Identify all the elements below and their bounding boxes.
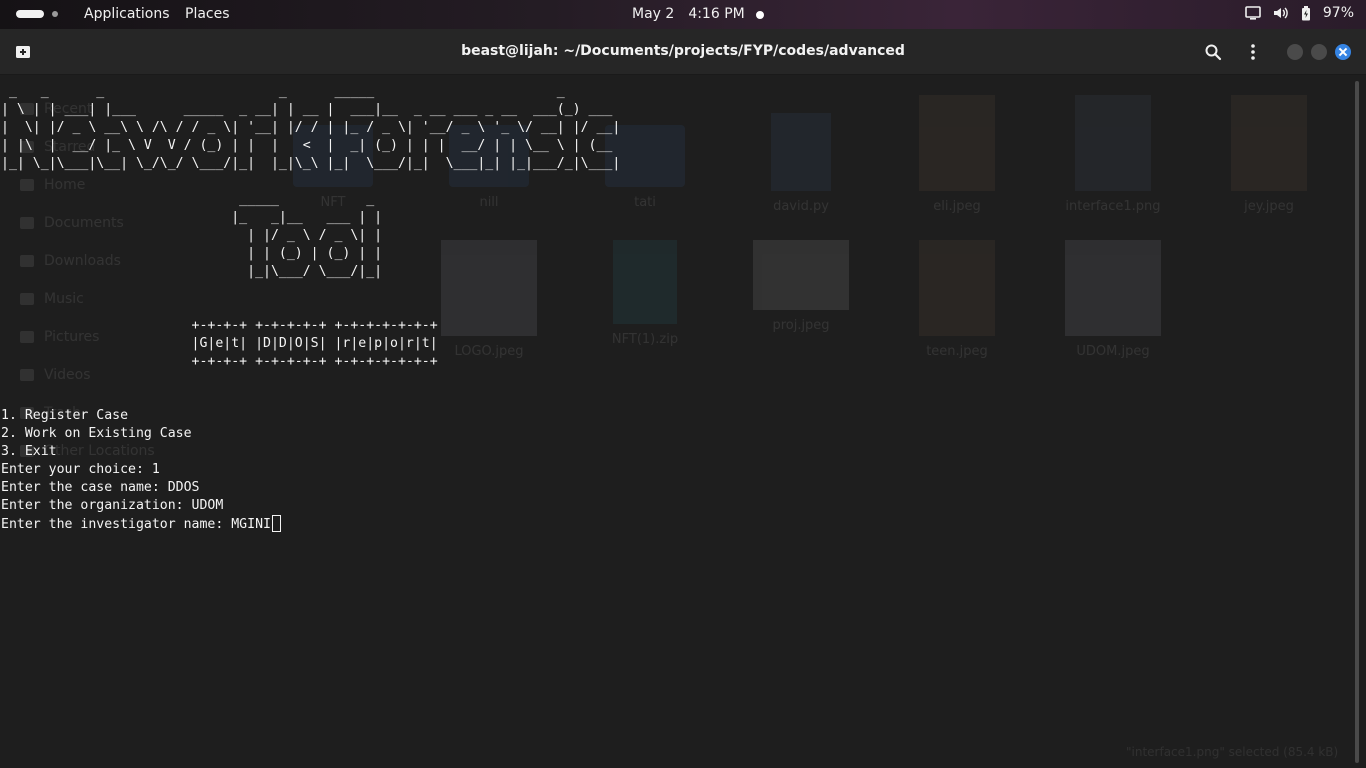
terminal-line: |_|\___/ \___/|_| [1, 264, 383, 279]
terminal-line: _____ _ [1, 192, 383, 207]
terminal-line: | |\ | __/ |_ \ V V / (_) | | | < | _| (… [1, 138, 637, 153]
window-title: beast@lijah: ~/Documents/projects/FYP/co… [461, 43, 905, 59]
search-icon[interactable] [1204, 43, 1222, 65]
background-file: teen.jpeg [902, 240, 1012, 359]
workspace-indicator-active [16, 10, 44, 18]
terminal-line: | \ | | ___| |___ _____ _ __| | __ | ___… [1, 102, 637, 117]
terminal-line: Enter the organization: UDOM [1, 498, 224, 513]
background-file: david.py [746, 95, 856, 214]
close-button[interactable] [1335, 44, 1351, 60]
terminal-line: |_ _|__ ___ | | [1, 210, 383, 225]
battery-percent: 97% [1322, 5, 1354, 21]
terminal-headerbar: beast@lijah: ~/Documents/projects/FYP/co… [0, 29, 1366, 75]
top-panel: Applications Places May 2 4:16 PM 97% [0, 0, 1366, 29]
terminal-scrollbar[interactable] [1355, 81, 1359, 763]
activities-button[interactable] [16, 10, 58, 18]
battery-icon[interactable] [1301, 5, 1311, 21]
notification-dot-icon [756, 11, 764, 19]
minimize-button[interactable] [1287, 44, 1303, 60]
background-file: jey.jpeg [1214, 95, 1324, 214]
terminal-line: 3. Exit [1, 444, 57, 459]
clock[interactable]: May 2 4:16 PM [632, 6, 745, 22]
terminal-line: Enter the case name: DDOS [1, 480, 200, 495]
maximize-button[interactable] [1311, 44, 1327, 60]
system-tray[interactable]: 97% [1245, 5, 1354, 21]
screen-icon[interactable] [1245, 6, 1261, 20]
background-file: UDOM.jpeg [1058, 240, 1168, 359]
terminal-line: 2. Work on Existing Case [1, 426, 192, 441]
clock-time: 4:16 PM [688, 6, 745, 22]
background-file: eli.jpeg [902, 95, 1012, 214]
terminal-line: +-+-+-+ +-+-+-+-+ +-+-+-+-+-+-+ [1, 354, 438, 369]
terminal-line: | \| |/ _ \ __\ \ /\ / / _ \| '__| |/ / … [1, 120, 637, 135]
places-menu[interactable]: Places [185, 6, 230, 22]
terminal-line: |_| \_|\___|\__| \_/\_/ \___/|_| |_|\_\ … [1, 156, 637, 171]
terminal-line: | | (_) | (_) | | [1, 246, 383, 261]
terminal-line: +-+-+-+ +-+-+-+-+ +-+-+-+-+-+-+ [1, 318, 438, 333]
clock-date: May 2 [632, 6, 675, 22]
terminal-body: Recent Starred Home Documents Downloads … [0, 75, 1366, 768]
terminal-line: _ _ _ _ _____ _ [1, 84, 645, 99]
terminal-line: 1. Register Case [1, 408, 129, 423]
workspace-indicator [52, 11, 58, 17]
background-status-text: "interface1.png" selected (85.4 kB) [1126, 745, 1339, 759]
terminal-line: Enter the investigator name: MGINI [1, 517, 271, 532]
terminal-line: Enter your choice: 1 [1, 462, 160, 477]
terminal-line: |G|e|t| |D|D|O|S| |r|e|p|o|r|t| [1, 336, 438, 351]
applications-menu[interactable]: Applications [84, 6, 170, 22]
volume-icon[interactable] [1273, 6, 1289, 20]
terminal-output[interactable]: _ _ _ _ _____ _ | \ | | ___| |___ _____ … [1, 83, 644, 534]
terminal-cursor [271, 515, 281, 532]
terminal-line: | |/ _ \ / _ \| | [1, 228, 383, 243]
background-file: proj.jpeg [746, 240, 856, 333]
kebab-menu-icon[interactable] [1244, 43, 1262, 65]
background-file: interface1.png [1058, 95, 1168, 214]
